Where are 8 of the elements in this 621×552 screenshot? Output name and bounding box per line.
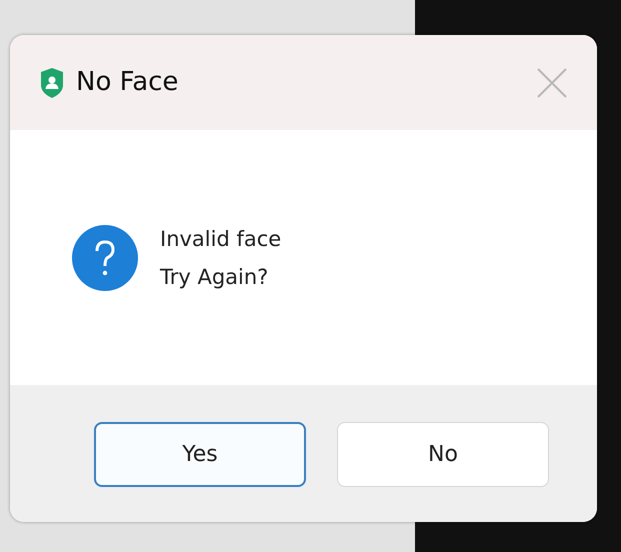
close-icon[interactable] <box>537 68 567 98</box>
window-title: No Face <box>76 66 178 99</box>
message-text: Invalid face <box>160 226 282 252</box>
shield-icon <box>40 66 64 98</box>
dialog-button[interactable]: No <box>337 422 549 487</box>
question-icon <box>72 224 138 290</box>
dialog-button[interactable]: Yes <box>94 422 306 487</box>
message-text: Try Again? <box>160 264 270 290</box>
